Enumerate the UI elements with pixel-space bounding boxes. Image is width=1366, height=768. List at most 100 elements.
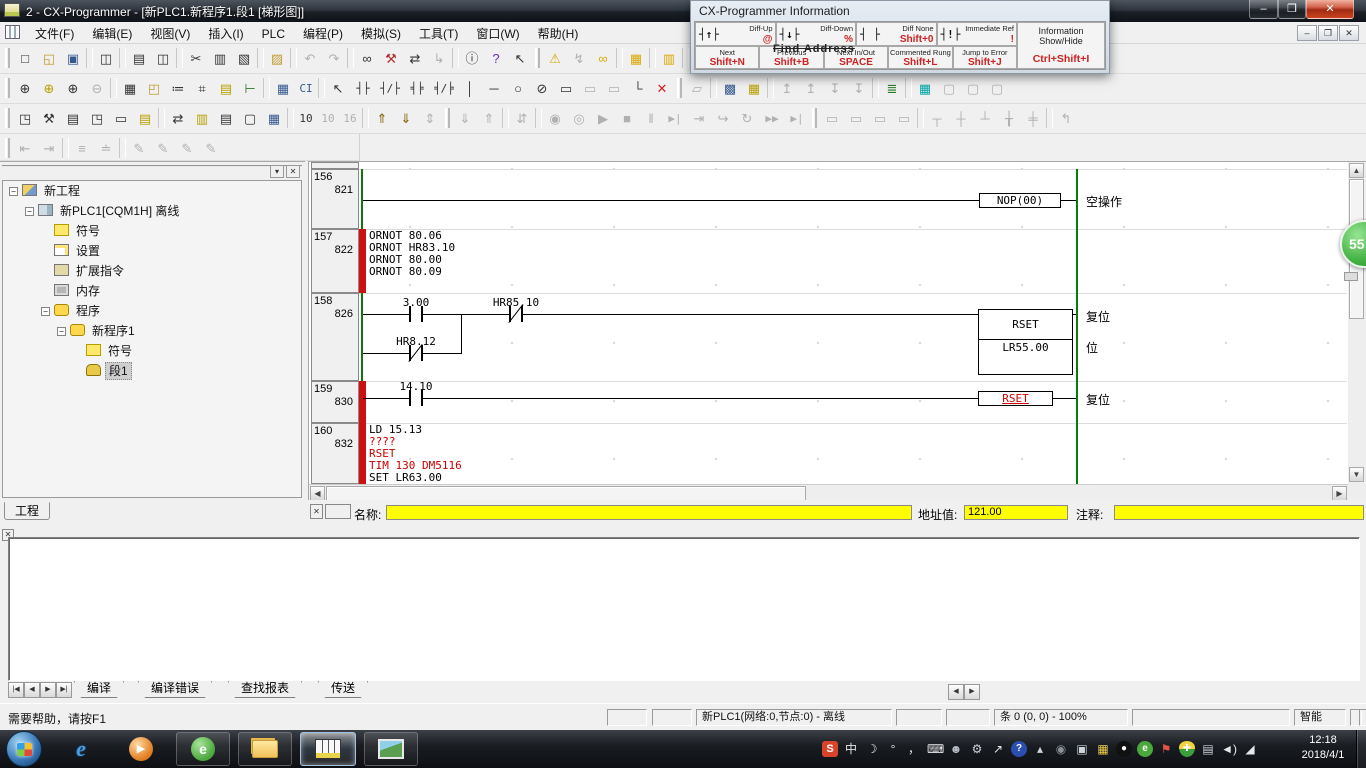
- monitor-decimal-icon[interactable]: 10: [296, 107, 316, 129]
- qq-messenger-icon[interactable]: ●: [1116, 741, 1132, 757]
- rung-160-statement-list[interactable]: LD 15.13????RSETTIM 130 DM5116SET LR63.0…: [369, 424, 462, 484]
- menu-item-e[interactable]: 编辑(E): [83, 22, 141, 45]
- about-icon[interactable]: ⓘ: [461, 47, 483, 69]
- browser-360-tray-icon[interactable]: e: [1137, 741, 1153, 757]
- overview-icon[interactable]: ◰: [143, 77, 165, 99]
- fullwidth-mode-icon[interactable]: °: [885, 741, 901, 757]
- tab-next-icon[interactable]: ▶: [40, 682, 56, 698]
- new-window-icon[interactable]: ◳: [14, 107, 36, 129]
- output-content[interactable]: [8, 537, 1360, 681]
- toolbar-grip[interactable]: [535, 48, 540, 68]
- scroll-thumb[interactable]: [326, 486, 806, 500]
- mdi-child-icon[interactable]: [5, 25, 20, 39]
- cut-icon[interactable]: ✂: [185, 47, 207, 69]
- vertical-line-icon[interactable]: │: [459, 77, 481, 99]
- volume-icon[interactable]: ◄): [1221, 741, 1237, 757]
- expander-icon[interactable]: [9, 187, 18, 196]
- plc-tool-tray-icon[interactable]: ▦: [1095, 741, 1111, 757]
- ladder-horizontal-scrollbar[interactable]: ◀ ▶: [309, 484, 1348, 500]
- menu-item-i[interactable]: 插入(I): [199, 22, 252, 45]
- recorder-tab[interactable]: [1344, 272, 1358, 281]
- print-icon[interactable]: ▤: [128, 47, 150, 69]
- toolbar-grip[interactable]: [812, 108, 817, 128]
- show-desktop-button[interactable]: [1356, 730, 1366, 768]
- taskbar-image-viewer-button[interactable]: [364, 732, 418, 766]
- operand-label[interactable]: HR8.12: [376, 335, 456, 348]
- name-field[interactable]: [386, 505, 912, 520]
- punctuation-mode-icon[interactable]: ，: [906, 741, 922, 757]
- find-icon[interactable]: ∞: [356, 47, 378, 69]
- toolbar-grip[interactable]: [5, 78, 10, 98]
- mdi-restore-button[interactable]: ❐: [1318, 25, 1338, 41]
- statement-line[interactable]: ORNOT 80.09: [369, 266, 455, 278]
- paste-rung-icon[interactable]: ▨: [266, 47, 288, 69]
- taskbar-wmp-button[interactable]: ▶: [116, 732, 166, 766]
- output-tab-1[interactable]: 编译错误: [138, 681, 212, 698]
- tree-item-symbols[interactable]: 符号: [3, 221, 301, 241]
- zoom-in-icon[interactable]: ⊕: [62, 77, 84, 99]
- restore-button[interactable]: ❐: [1278, 0, 1306, 19]
- find-window-icon[interactable]: ◳: [86, 107, 108, 129]
- chinese-input-mode-icon[interactable]: 中: [843, 741, 859, 757]
- tree-item-memory[interactable]: 内存: [3, 281, 301, 301]
- monitor-list-icon[interactable]: ≔: [167, 77, 189, 99]
- toolbar-grip[interactable]: [5, 108, 10, 128]
- workspace-toggle-icon[interactable]: ⚒: [38, 107, 60, 129]
- clipboard-tray-icon[interactable]: ▤: [1200, 741, 1216, 757]
- notification-bell-icon[interactable]: ◉: [1053, 741, 1069, 757]
- menu-item-p[interactable]: 编程(P): [294, 22, 352, 45]
- expander-icon[interactable]: [57, 327, 66, 336]
- toolbar-grip[interactable]: [677, 78, 682, 98]
- new-contact-icon[interactable]: ┤├: [351, 77, 375, 99]
- taskbar-clock[interactable]: 12:18 2018/4/1: [1294, 733, 1352, 763]
- output-scroll-left-icon[interactable]: ◀: [948, 684, 964, 700]
- expander-icon[interactable]: [25, 207, 34, 216]
- grid-toggle-icon[interactable]: ▦: [119, 77, 141, 99]
- taskbar-cx-programmer-button[interactable]: [300, 732, 356, 766]
- project-tab[interactable]: 工程: [4, 502, 50, 520]
- rung-gutter-158[interactable]: 158826: [311, 293, 359, 381]
- title-bar[interactable]: 2 - CX-Programmer - [新PLC1.新程序1.段1 [梯形图]…: [0, 0, 1366, 22]
- tree-item-expansion-instructions[interactable]: 扩展指令: [3, 261, 301, 281]
- menu-item-w[interactable]: 窗口(W): [467, 22, 528, 45]
- tree-item-program-symbols[interactable]: 符号: [3, 341, 301, 361]
- rung-157-statement-list[interactable]: ORNOT 80.06ORNOT HR83.10ORNOT 80.00ORNOT…: [369, 230, 455, 278]
- zoom-find-icon[interactable]: ⊕: [38, 77, 60, 99]
- tree-item-section1[interactable]: 段1: [3, 361, 301, 381]
- workspace-close-icon[interactable]: ✕: [286, 165, 300, 178]
- select-mode-icon[interactable]: ↖: [327, 77, 349, 99]
- force-set-icon[interactable]: ⇑: [371, 107, 393, 129]
- flag-error-icon[interactable]: ⚑: [1158, 741, 1174, 757]
- tree-item-project[interactable]: 新工程: [3, 181, 301, 201]
- open-project-icon[interactable]: ◱: [38, 47, 60, 69]
- menu-item-s[interactable]: 模拟(S): [352, 22, 410, 45]
- stack-view-icon[interactable]: ≣: [881, 77, 903, 99]
- rset-coil-box[interactable]: RSET: [978, 391, 1053, 406]
- taskbar-360-browser-button[interactable]: e: [176, 732, 230, 766]
- toolbar-grip[interactable]: [5, 48, 10, 68]
- rung-gutter-160[interactable]: 160832: [311, 423, 359, 484]
- monitor-tray-icon[interactable]: ▣: [1074, 741, 1090, 757]
- symbol-layers-icon[interactable]: ▩: [719, 77, 741, 99]
- rung-comment-icon[interactable]: ▤: [215, 107, 237, 129]
- io-table-icon[interactable]: ▢: [239, 107, 261, 129]
- soft-keyboard-icon[interactable]: ⌨: [927, 741, 943, 757]
- tree-view-icon[interactable]: ⊢: [239, 77, 261, 99]
- output-scroll-right-icon[interactable]: ▶: [964, 684, 980, 700]
- rung-shortcut-icon[interactable]: ▤: [215, 77, 237, 99]
- transfer-check-icon[interactable]: ▦: [625, 47, 647, 69]
- delete-element-icon[interactable]: ✕: [651, 77, 673, 99]
- new-closed-contact-icon[interactable]: ┤/├: [377, 77, 403, 99]
- save-project-icon[interactable]: ▣: [62, 47, 84, 69]
- address-field[interactable]: 121.00: [964, 505, 1068, 520]
- tab-prev-icon[interactable]: ◀: [24, 682, 40, 698]
- copy-icon[interactable]: ▥: [209, 47, 231, 69]
- replace-icon[interactable]: ⚒: [380, 47, 402, 69]
- toolbar-grip[interactable]: [5, 138, 10, 158]
- new-or-contact-icon[interactable]: ╡╞: [405, 77, 429, 99]
- context-help-icon[interactable]: ↖: [509, 47, 531, 69]
- external-link-icon[interactable]: ↗: [990, 741, 1006, 757]
- menu-item-plc[interactable]: PLC: [253, 24, 294, 44]
- tree-item-settings[interactable]: 设置: [3, 241, 301, 261]
- properties-icon[interactable]: ▤: [134, 107, 156, 129]
